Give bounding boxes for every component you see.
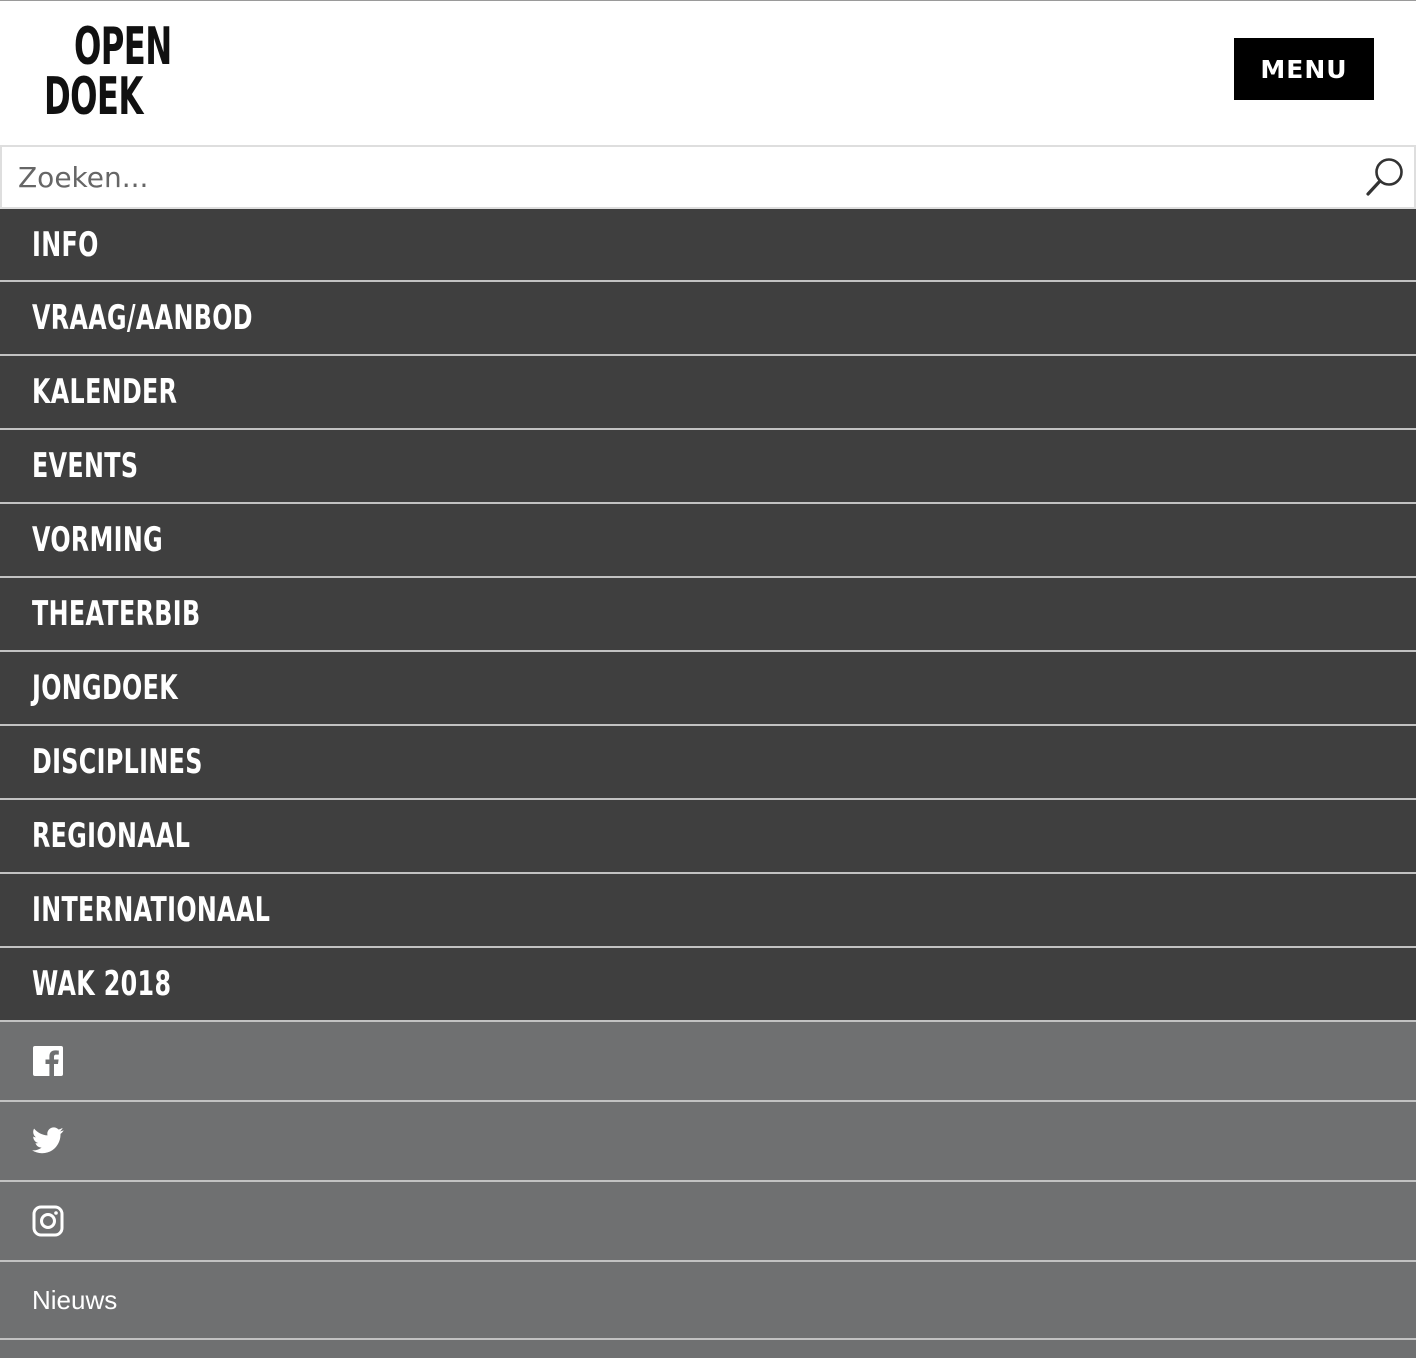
facebook-icon	[32, 1045, 64, 1077]
site-header: OPEN DOEK MENU	[0, 1, 1416, 145]
nav-item-vorming[interactable]: VORMING	[0, 504, 1416, 578]
nav-item-nieuws[interactable]: Nieuws	[0, 1262, 1416, 1340]
twitter-icon	[32, 1127, 64, 1155]
nav-item-label: VORMING	[32, 520, 164, 560]
nav-item-events[interactable]: EVENTS	[0, 430, 1416, 504]
nav-item-label: Nieuws	[32, 1284, 118, 1315]
nav-item-label: KALENDER	[32, 372, 178, 412]
nav-item-label: EVENTS	[32, 446, 139, 486]
nav-item-internationaal[interactable]: INTERNATIONAAL	[0, 874, 1416, 948]
nav-item-info[interactable]: INFO	[0, 209, 1416, 282]
nav-item-disciplines[interactable]: DISCIPLINES	[0, 726, 1416, 800]
nav-item-label: INFO	[32, 224, 99, 265]
social-link-twitter[interactable]	[0, 1102, 1416, 1182]
nav-item-wak-2018[interactable]: WAK 2018	[0, 948, 1416, 1022]
search-input[interactable]	[18, 155, 1338, 199]
next-menu-item-partial	[0, 1340, 1416, 1358]
search-icon[interactable]	[1364, 155, 1408, 199]
site-logo[interactable]: OPEN DOEK	[44, 19, 184, 123]
nav-item-label: DISCIPLINES	[32, 742, 203, 782]
nav-item-theaterbib[interactable]: THEATERBIB	[0, 578, 1416, 652]
social-link-facebook[interactable]	[0, 1022, 1416, 1102]
social-link-instagram[interactable]	[0, 1182, 1416, 1262]
main-nav: INFO VRAAG/AANBOD KALENDER EVENTS VORMIN…	[0, 209, 1416, 1358]
nav-item-vraag-aanbod[interactable]: VRAAG/AANBOD	[0, 282, 1416, 356]
page: OPEN DOEK MENU INFO VRAAG/AANBOD KALENDE…	[0, 0, 1416, 1358]
nav-item-label: REGIONAAL	[32, 816, 191, 856]
nav-item-label: INTERNATIONAAL	[32, 890, 271, 930]
nav-item-regionaal[interactable]: REGIONAAL	[0, 800, 1416, 874]
nav-item-kalender[interactable]: KALENDER	[0, 356, 1416, 430]
instagram-icon	[32, 1205, 64, 1237]
nav-item-jongdoek[interactable]: JONGDOEK	[0, 652, 1416, 726]
nav-item-label: THEATERBIB	[32, 594, 201, 634]
search-bar	[0, 145, 1416, 209]
menu-button[interactable]: MENU	[1234, 38, 1374, 100]
nav-item-label: JONGDOEK	[32, 668, 179, 708]
logo-text-open: OPEN	[74, 17, 172, 77]
nav-item-label: VRAAG/AANBOD	[32, 298, 253, 338]
nav-item-label: WAK 2018	[32, 964, 172, 1004]
logo-text-doek: DOEK	[44, 67, 143, 127]
